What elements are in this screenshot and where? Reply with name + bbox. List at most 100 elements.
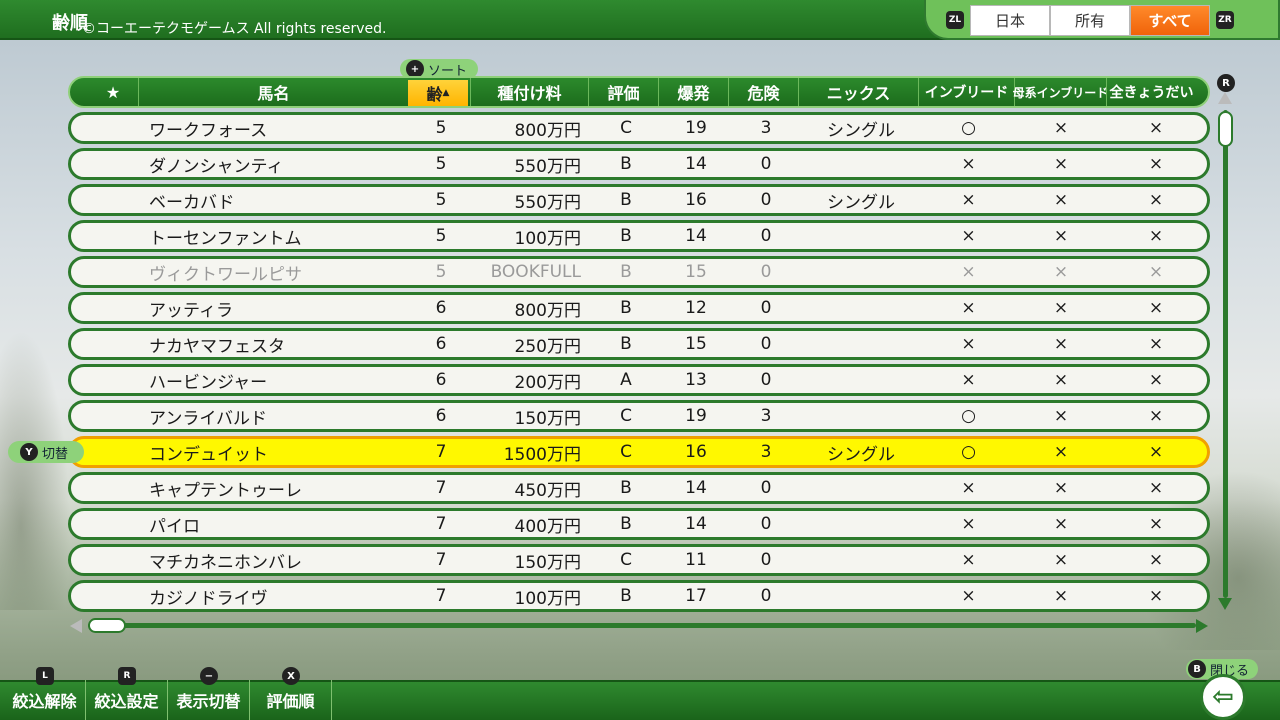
cell-grade: B	[620, 226, 632, 246]
cell-dam-inbreed: ×	[1053, 190, 1069, 210]
exit-icon[interactable]: ⇦	[1200, 674, 1246, 720]
cell-grade: C	[620, 406, 632, 426]
cell-burst: 14	[685, 514, 707, 534]
cell-horse-name: アンライバルド	[149, 408, 267, 429]
cell-nicks	[801, 151, 921, 177]
tab-japan[interactable]: 日本	[970, 5, 1050, 36]
table-row[interactable]: ベーカバド 5 550万円 B 16 0 シングル × × ×	[68, 184, 1210, 216]
vertical-scrollbar[interactable]	[1223, 110, 1228, 598]
table-header: ★ 馬名 齢 ▲ 種付け料 評価 爆発 危険 ニックス インブリード 母系インブリ…	[68, 76, 1210, 108]
cell-inbreed: ×	[961, 478, 976, 498]
sort-by-grade-button[interactable]: 評価順	[250, 680, 332, 720]
cell-grade: A	[620, 370, 632, 390]
table-row[interactable]: トーセンファントム 5 100万円 B 14 0 × × ×	[68, 220, 1210, 252]
cell-siblings: ×	[1148, 154, 1164, 174]
cell-stud-fee: 150万円	[514, 408, 581, 429]
cell-nicks	[801, 259, 921, 285]
table-row[interactable]: ハービンジャー 6 200万円 A 13 0 × × ×	[68, 364, 1210, 396]
region-tabs: 日本 所有 すべて	[970, 5, 1210, 36]
cell-risk: 0	[760, 262, 772, 282]
cell-burst: 16	[685, 442, 707, 462]
header-siblings[interactable]: 全きょうだい	[1106, 78, 1196, 106]
switch-hint[interactable]: Y 切替	[8, 441, 84, 463]
cell-dam-inbreed: ×	[1053, 226, 1069, 246]
cell-inbreed: ×	[961, 550, 976, 570]
horizontal-scrollbar[interactable]	[88, 623, 1196, 628]
vertical-scroll-thumb[interactable]	[1218, 111, 1233, 147]
cell-grade: B	[620, 334, 632, 354]
cell-age: 6	[435, 298, 447, 318]
cell-risk: 0	[760, 190, 772, 210]
cell-siblings: ×	[1148, 550, 1164, 570]
cell-risk: 0	[760, 298, 772, 318]
header-grade[interactable]: 評価	[588, 78, 658, 106]
table-row[interactable]: アッティラ 6 800万円 B 12 0 × × ×	[68, 292, 1210, 324]
cell-burst: 17	[685, 586, 707, 606]
cell-horse-name: キャプテントゥーレ	[149, 480, 302, 501]
table-row[interactable]: ダノンシャンティ 5 550万円 B 14 0 × × ×	[68, 148, 1210, 180]
table-row[interactable]: コンデュイット 7 1500万円 C 16 3 シングル ○ × ×	[68, 436, 1210, 468]
cell-grade: B	[620, 586, 632, 606]
header-age-sorted[interactable]: 齢 ▲	[408, 80, 468, 106]
header-star[interactable]: ★	[88, 78, 138, 106]
cell-burst: 14	[685, 226, 707, 246]
table-row[interactable]: アンライバルド 6 150万円 C 19 3 ○ × ×	[68, 400, 1210, 432]
scroll-left-arrow-icon[interactable]	[70, 619, 82, 633]
cell-burst: 12	[685, 298, 707, 318]
header-nicks[interactable]: ニックス	[798, 78, 918, 106]
tab-owned[interactable]: 所有	[1050, 5, 1130, 36]
cell-burst: 14	[685, 478, 707, 498]
header-burst[interactable]: 爆発	[658, 78, 728, 106]
cell-horse-name: コンデュイット	[149, 444, 268, 465]
cell-dam-inbreed: ×	[1053, 586, 1069, 606]
scroll-down-arrow-icon[interactable]	[1218, 598, 1232, 610]
clear-filter-button[interactable]: 絞込解除	[4, 680, 86, 720]
cell-burst: 11	[685, 550, 707, 570]
sort-ascending-icon: ▲	[442, 88, 450, 98]
cell-horse-name: ナカヤマフェスタ	[149, 336, 285, 357]
cell-burst: 15	[685, 262, 707, 282]
horizontal-scroll-thumb[interactable]	[88, 618, 126, 633]
cell-nicks	[801, 547, 921, 573]
cell-inbreed: ×	[961, 190, 976, 210]
cell-siblings: ×	[1148, 514, 1164, 534]
table-row[interactable]: パイロ 7 400万円 B 14 0 × × ×	[68, 508, 1210, 540]
cell-inbreed: ○	[961, 406, 976, 426]
table-row[interactable]: ナカヤマフェスタ 6 250万円 B 15 0 × × ×	[68, 328, 1210, 360]
cell-grade: C	[620, 550, 632, 570]
cell-horse-name: ダノンシャンティ	[149, 156, 284, 177]
cell-stud-fee: 800万円	[514, 300, 581, 321]
table-row[interactable]: ヴィクトワールピサ 5 BOOKFULL B 15 0 × × ×	[68, 256, 1210, 288]
cell-horse-name: ハービンジャー	[149, 372, 268, 393]
table-row[interactable]: マチカネニホンバレ 7 150万円 C 11 0 × × ×	[68, 544, 1210, 576]
table-row[interactable]: カジノドライヴ 7 100万円 B 17 0 × × ×	[68, 580, 1210, 612]
cell-dam-inbreed: ×	[1053, 514, 1069, 534]
table-row[interactable]: ワークフォース 5 800万円 C 19 3 シングル ○ × ×	[68, 112, 1210, 144]
cell-dam-inbreed: ×	[1053, 442, 1069, 462]
scroll-up-arrow-icon[interactable]	[1218, 92, 1232, 104]
cell-nicks	[801, 475, 921, 501]
toggle-display-button[interactable]: 表示切替	[168, 680, 250, 720]
cell-dam-inbreed: ×	[1053, 298, 1069, 318]
header-fee[interactable]: 種付け料	[470, 78, 588, 106]
cell-age: 5	[435, 118, 447, 138]
cell-nicks	[801, 367, 921, 393]
cell-stud-fee: 100万円	[514, 588, 581, 609]
scroll-right-arrow-icon[interactable]	[1196, 619, 1208, 633]
table-row[interactable]: キャプテントゥーレ 7 450万円 B 14 0 × × ×	[68, 472, 1210, 504]
tab-all[interactable]: すべて	[1130, 5, 1210, 36]
header-inbreed[interactable]: インブリード	[918, 78, 1014, 106]
cell-horse-name: ヴィクトワールピサ	[149, 264, 302, 285]
cell-risk: 0	[760, 586, 772, 606]
header-name[interactable]: 馬名	[138, 78, 408, 106]
cell-burst: 16	[685, 190, 707, 210]
cell-burst: 19	[685, 406, 707, 426]
cell-stud-fee: 200万円	[514, 372, 581, 393]
cell-age: 5	[435, 226, 447, 246]
header-risk[interactable]: 危険	[728, 78, 798, 106]
header-dam-inbreed[interactable]: 母系インブリード	[1013, 78, 1108, 106]
cell-nicks: シングル	[827, 120, 895, 141]
cell-siblings: ×	[1148, 406, 1164, 426]
switch-hint-label: 切替	[42, 446, 69, 462]
filter-settings-button[interactable]: 絞込設定	[86, 680, 168, 720]
